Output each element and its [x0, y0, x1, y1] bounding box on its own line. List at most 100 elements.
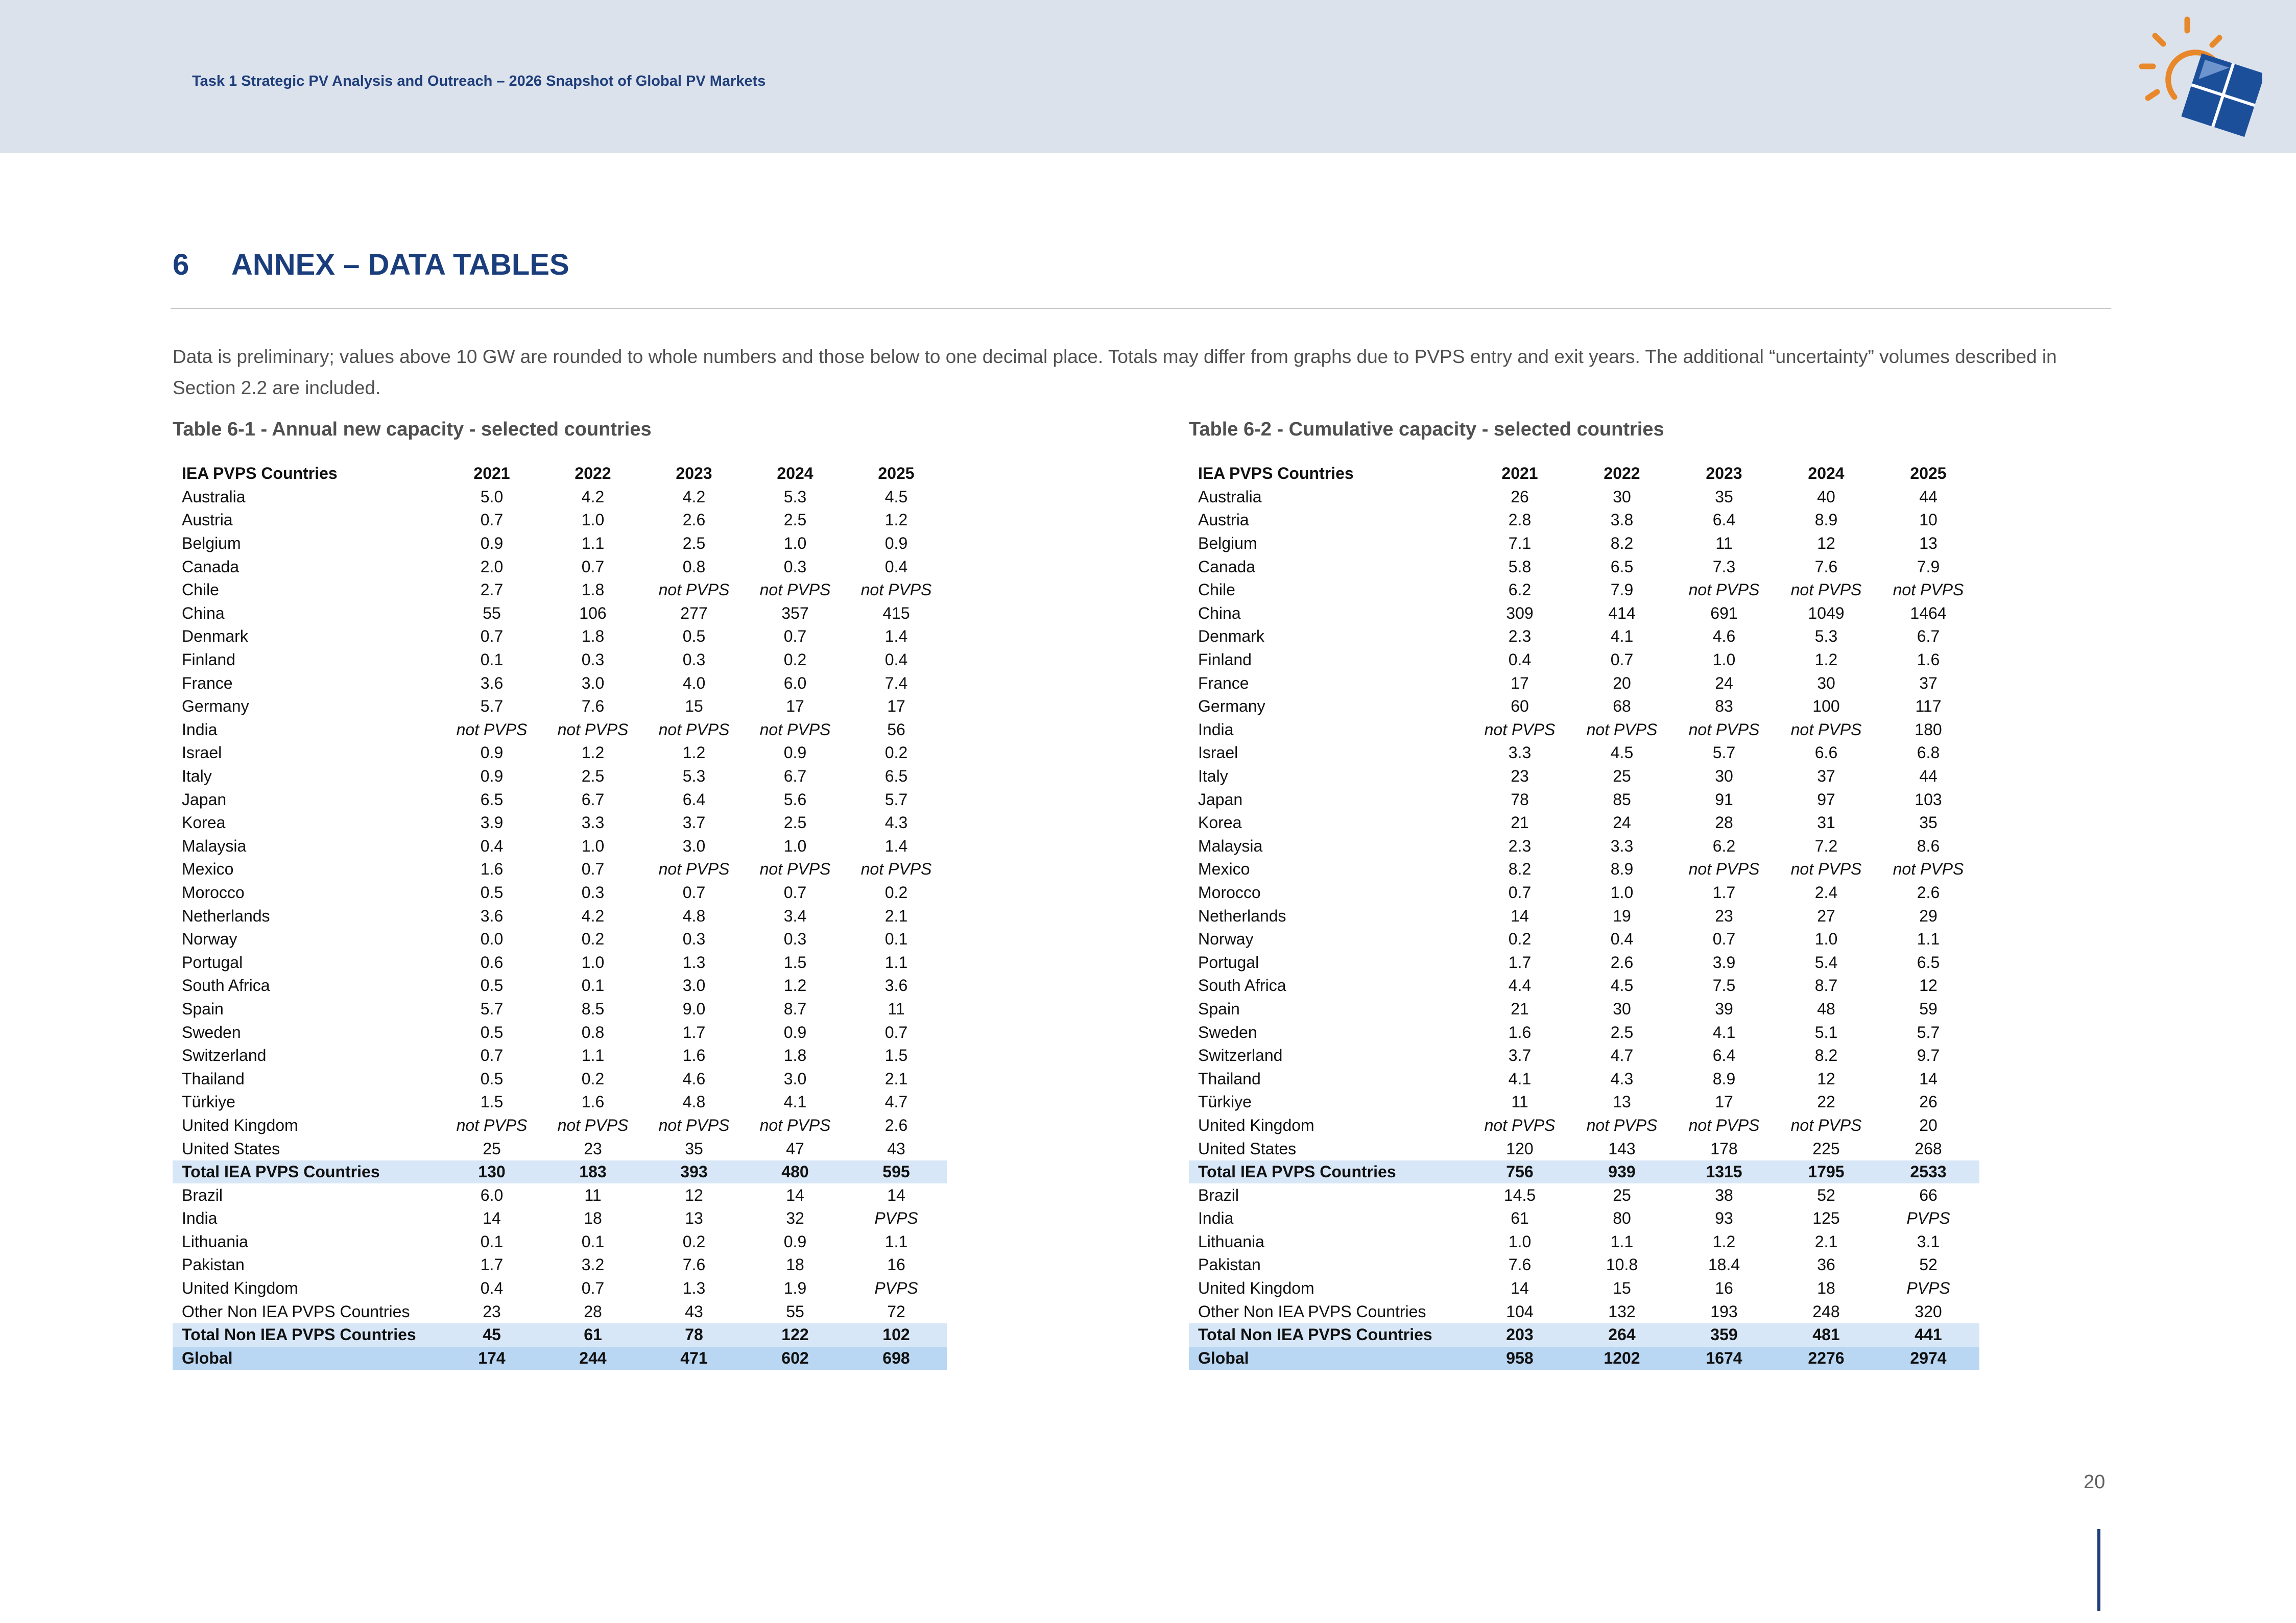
- value-cell: 0.4: [480, 1279, 504, 1298]
- country-cell: Spain: [1198, 999, 1240, 1018]
- table-row: China 309 414 691 1049 1464: [1189, 602, 1979, 625]
- country-cell: Lithuania: [182, 1232, 248, 1251]
- value-cell: 0.9: [480, 534, 504, 553]
- value-cell: 0.2: [783, 650, 807, 669]
- table-row: Japan 78 85 91 97 103: [1189, 788, 1979, 811]
- table-row: Japan 6.5 6.7 6.4 5.6 5.7: [173, 788, 947, 811]
- value-cell: 143: [1608, 1139, 1636, 1158]
- value-cell: 2.6: [682, 511, 706, 529]
- value-cell: 0.7: [480, 1046, 504, 1065]
- value-cell: 12: [1817, 1069, 1835, 1088]
- value-cell: 26: [1919, 1093, 1938, 1111]
- value-cell: 4.1: [1712, 1023, 1736, 1041]
- value-cell: not PVPS: [1790, 720, 1862, 739]
- value-cell: 2.4: [1814, 883, 1838, 902]
- country-cell: India: [1198, 720, 1234, 739]
- country-cell: Spain: [182, 999, 224, 1018]
- table-row: Türkiye 1.5 1.6 4.8 4.1 4.7: [173, 1091, 947, 1114]
- value-cell: not PVPS: [1893, 580, 1964, 599]
- value-cell: 85: [1613, 790, 1631, 809]
- value-cell: 7.6: [682, 1255, 706, 1274]
- page-accent-bar: [2097, 1529, 2100, 1611]
- country-cell: Total IEA PVPS Countries: [1189, 1160, 1469, 1184]
- country-cell: Israel: [182, 743, 222, 762]
- country-cell: Malaysia: [1198, 836, 1263, 855]
- value-cell: 3.6: [480, 673, 504, 692]
- country-cell: Morocco: [182, 883, 245, 902]
- value-cell: 6.4: [1712, 511, 1736, 529]
- country-cell: Germany: [1198, 697, 1265, 716]
- value-cell: 35: [1919, 813, 1938, 832]
- table-row: Austria 2.8 3.8 6.4 8.9 10: [1189, 508, 1979, 532]
- value-cell: 0.8: [581, 1023, 605, 1041]
- country-cell: Australia: [1198, 487, 1262, 506]
- value-cell: 30: [1613, 999, 1631, 1018]
- value-cell: 939: [1571, 1160, 1673, 1184]
- country-cell: Switzerland: [1198, 1046, 1283, 1065]
- value-cell: 4.6: [682, 1069, 706, 1088]
- value-cell: 3.2: [581, 1255, 605, 1274]
- value-cell: 4.8: [682, 906, 706, 925]
- value-cell: 0.3: [581, 650, 605, 669]
- column-header: 2021: [473, 464, 510, 483]
- value-cell: 30: [1817, 673, 1835, 692]
- table-row: Korea 21 24 28 31 35: [1189, 811, 1979, 835]
- value-cell: 125: [1812, 1209, 1840, 1228]
- value-cell: 4.1: [1508, 1069, 1532, 1088]
- value-cell: 45: [441, 1323, 542, 1347]
- value-cell: 1.8: [581, 627, 605, 646]
- value-cell: 3.9: [480, 813, 504, 832]
- value-cell: 393: [643, 1160, 745, 1184]
- column-header: 2024: [777, 464, 814, 483]
- table-row: Italy 0.9 2.5 5.3 6.7 6.5: [173, 765, 947, 788]
- country-cell: United States: [1198, 1139, 1297, 1158]
- value-cell: 180: [1915, 720, 1942, 739]
- value-cell: 47: [786, 1139, 804, 1158]
- value-cell: 0.6: [480, 953, 504, 972]
- value-cell: 698: [846, 1346, 947, 1370]
- value-cell: 2.6: [1917, 883, 1940, 902]
- country-cell: Belgium: [1198, 534, 1257, 553]
- value-cell: 756: [1469, 1160, 1571, 1184]
- page-number: 20: [2084, 1471, 2106, 1493]
- table-row: Korea 3.9 3.3 3.7 2.5 4.3: [173, 811, 947, 835]
- country-cell: Korea: [182, 813, 226, 832]
- value-cell: 6.7: [581, 790, 605, 809]
- value-cell: 6.7: [1917, 627, 1940, 646]
- table-row: Brazil 6.0 11 12 14 14: [173, 1183, 947, 1207]
- value-cell: 0.2: [581, 1069, 605, 1088]
- value-cell: 23: [1715, 906, 1733, 925]
- value-cell: 471: [643, 1346, 745, 1370]
- table-row: Chile 6.2 7.9 not PVPS not PVPS not PVPS: [1189, 578, 1979, 602]
- value-cell: 29: [1919, 906, 1938, 925]
- value-cell: 178: [1710, 1139, 1738, 1158]
- country-cell: Pakistan: [182, 1255, 245, 1274]
- value-cell: 102: [846, 1323, 947, 1347]
- country-cell: Total Non IEA PVPS Countries: [1189, 1323, 1469, 1347]
- country-cell: Mexico: [182, 860, 234, 879]
- value-cell: 4.1: [1610, 627, 1634, 646]
- heading-divider: [171, 308, 2111, 309]
- value-cell: not PVPS: [1688, 860, 1760, 879]
- country-cell: United Kingdom: [182, 1279, 298, 1298]
- value-cell: 25: [1613, 1185, 1631, 1204]
- value-cell: 4.5: [884, 487, 908, 506]
- value-cell: 277: [680, 603, 708, 622]
- value-cell: 1.9: [783, 1279, 807, 1298]
- country-cell: Netherlands: [182, 906, 270, 925]
- value-cell: 0.4: [1610, 930, 1634, 949]
- value-cell: PVPS: [1906, 1279, 1950, 1298]
- value-cell: 20: [1613, 673, 1631, 692]
- value-cell: 0.7: [1508, 883, 1532, 902]
- value-cell: 4.6: [1712, 627, 1736, 646]
- value-cell: 0.2: [581, 930, 605, 949]
- country-cell: Türkiye: [1198, 1093, 1252, 1111]
- country-cell: Italy: [182, 767, 212, 786]
- value-cell: 11: [888, 999, 905, 1018]
- table-row: Portugal 1.7 2.6 3.9 5.4 6.5: [1189, 951, 1979, 974]
- value-cell: 39: [1715, 999, 1733, 1018]
- country-cell: Portugal: [182, 953, 243, 972]
- value-cell: 1.0: [1508, 1232, 1532, 1251]
- value-cell: 0.4: [884, 650, 908, 669]
- value-cell: 78: [643, 1323, 745, 1347]
